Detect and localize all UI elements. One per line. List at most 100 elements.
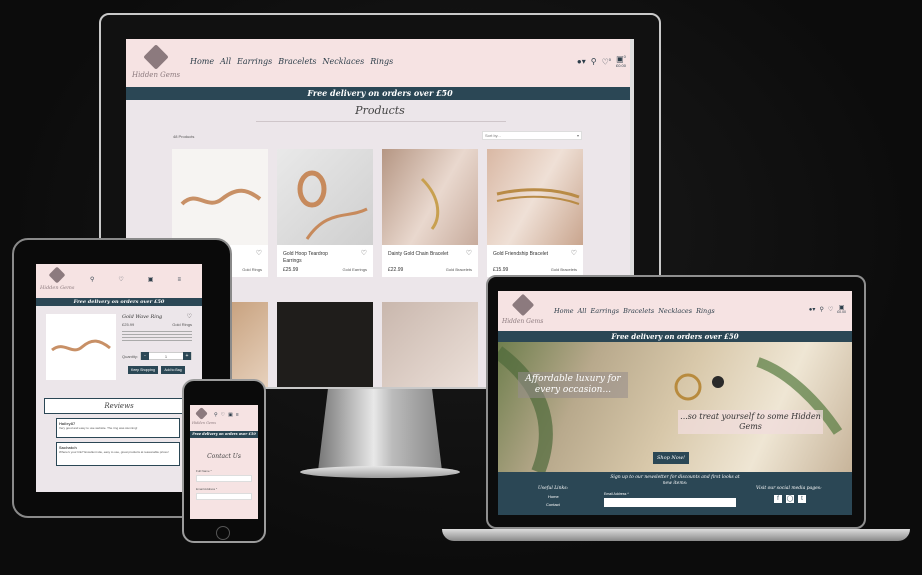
product-card[interactable]	[277, 302, 373, 387]
nav-all[interactable]: All	[578, 307, 587, 315]
logo-text: Hidden Gems	[192, 421, 217, 425]
product-card[interactable]: ♡ Dainty Gold Chain Bracelet £22.99 Gold…	[382, 149, 478, 277]
page-title: Products	[355, 104, 405, 117]
product-price: £15.99	[493, 267, 509, 273]
product-price: £25.99	[283, 267, 299, 273]
wishlist-icon[interactable]: ♡	[118, 276, 123, 283]
logo[interactable]: Hidden Gems	[502, 293, 543, 325]
reviews-accordion[interactable]: Reviews +	[44, 398, 194, 414]
nav-earrings[interactable]: Earrings	[237, 57, 272, 66]
nav-rings[interactable]: Rings	[370, 57, 393, 66]
full-name-field[interactable]	[196, 475, 252, 482]
product-price: £25.99	[122, 322, 135, 327]
heart-icon[interactable]: ♡	[466, 249, 472, 257]
product-name[interactable]: Dainty Gold Chain Bracelet	[388, 251, 448, 257]
search-icon[interactable]: ⚲	[90, 276, 94, 283]
heart-icon[interactable]: ♡	[187, 313, 192, 320]
nav-earrings[interactable]: Earrings	[590, 307, 619, 315]
delivery-banner: Free delivery on orders over £50	[498, 331, 852, 342]
add-to-bag-button[interactable]: Add to Bag	[161, 366, 185, 374]
newsletter-email-field[interactable]	[604, 498, 736, 507]
wave-ring-image	[51, 339, 111, 352]
shop-now-button[interactable]: Shop Now!	[653, 452, 689, 464]
wave-ring-image	[180, 188, 262, 206]
sort-select[interactable]: Sort by... ▾	[482, 131, 582, 140]
quantity-value[interactable]: 1	[165, 354, 167, 359]
nav-necklaces[interactable]: Necklaces	[323, 57, 365, 66]
product-name[interactable]: Gold Friendship Bracelet	[493, 251, 548, 257]
product-image	[277, 149, 373, 245]
product-name[interactable]: Gold Hoop Teardrop Earrings	[283, 251, 338, 265]
phone-header: Hidden Gems ⚲ ♡ ▣ ≡	[190, 405, 258, 429]
product-image	[46, 314, 116, 380]
decrease-button[interactable]: -	[141, 352, 149, 360]
logo[interactable]: Hidden Gems	[40, 266, 74, 291]
product-card[interactable]	[230, 302, 268, 387]
responsive-mockup: Hidden Gems Home All Earrings Bracelets …	[0, 0, 922, 575]
bag-icon[interactable]: ▣	[148, 276, 154, 283]
product-count: 48 Products	[173, 134, 195, 139]
product-category[interactable]: Gold Bracelets	[551, 267, 577, 272]
instagram-icon[interactable]: ◯	[786, 495, 794, 503]
logo[interactable]: Hidden Gems	[132, 44, 180, 79]
header-icons: ●▾ ⚲ ♡ ▣ £0.00	[809, 305, 846, 315]
wishlist-icon[interactable]: ♡	[828, 306, 833, 313]
footer: Sign up to our newsletter for discounts …	[498, 472, 852, 515]
product-category[interactable]: Gold Bracelets	[446, 267, 472, 272]
gem-icon	[511, 293, 534, 317]
search-icon[interactable]: ⚲	[819, 306, 823, 313]
header-icons: ●▾ ⚲ ♡0 ▣0 £0.00	[577, 55, 626, 68]
quantity-stepper[interactable]: - 1 +	[140, 352, 192, 360]
monitor-stand-neck	[318, 389, 442, 471]
nav-all[interactable]: All	[220, 57, 231, 66]
wishlist-icon[interactable]: ♡	[221, 412, 225, 418]
sort-placeholder: Sort by...	[485, 133, 501, 138]
reviews-title: Reviews	[104, 402, 134, 410]
product-card[interactable]: ♡ Gold Hoop Teardrop Earrings £25.99 Gol…	[277, 149, 373, 277]
heart-icon[interactable]: ♡	[571, 249, 577, 257]
social-title: Visit our social media pages:	[756, 486, 822, 491]
nav-bracelets[interactable]: Bracelets	[278, 57, 316, 66]
wishlist-icon[interactable]: ♡0	[602, 57, 611, 67]
bag-icon[interactable]: ▣	[228, 412, 233, 418]
twitter-icon[interactable]: t	[798, 495, 806, 503]
nav-rings[interactable]: Rings	[696, 307, 715, 315]
newsletter-text: Sign up to our newsletter for discounts …	[610, 475, 740, 486]
facebook-icon[interactable]: f	[774, 495, 782, 503]
nav-necklaces[interactable]: Necklaces	[658, 307, 692, 315]
heart-icon[interactable]: ♡	[256, 249, 262, 257]
laptop-base	[442, 529, 910, 541]
link-home[interactable]: Home	[548, 494, 559, 499]
nav-home[interactable]: Home	[190, 57, 214, 66]
keep-shopping-button[interactable]: Keep Shopping	[128, 366, 158, 374]
product-category[interactable]: Gold Rings	[242, 267, 262, 272]
menu-icon[interactable]: ≡	[177, 277, 181, 283]
search-icon[interactable]: ⚲	[591, 57, 597, 66]
search-icon[interactable]: ⚲	[214, 412, 218, 418]
account-icon[interactable]: ●▾	[809, 306, 816, 313]
nav-home[interactable]: Home	[554, 307, 574, 315]
hoop-earrings-image	[297, 170, 368, 240]
chain-bracelet-image	[420, 177, 440, 230]
product-category[interactable]: Gold Rings	[172, 322, 192, 327]
menu-icon[interactable]: ≡	[236, 412, 239, 418]
bag-icon[interactable]: ▣ £0.00	[837, 305, 846, 315]
heart-icon[interactable]: ♡	[361, 249, 367, 257]
product-card[interactable]: ♡ Gold Friendship Bracelet £15.99 Gold B…	[487, 149, 583, 277]
increase-button[interactable]: +	[182, 352, 191, 360]
review-text: Very good and easy to use website. The r…	[59, 426, 138, 430]
tablet-header: Hidden Gems ⚲ ♡ ▣ ≡	[36, 264, 202, 298]
product-card[interactable]	[382, 302, 478, 387]
bag-icon[interactable]: ▣0 £0.00	[616, 55, 626, 68]
nav-bracelets[interactable]: Bracelets	[623, 307, 654, 315]
email-field[interactable]	[196, 493, 252, 500]
quantity-label: Quantity:	[122, 354, 139, 359]
main-nav: Home All Earrings Bracelets Necklaces Ri…	[190, 57, 393, 66]
account-icon[interactable]: ●▾	[577, 57, 586, 66]
social-icons: f ◯ t	[774, 495, 806, 503]
link-contact[interactable]: Contact	[546, 502, 560, 507]
product-title: Gold Wave Ring	[122, 314, 163, 320]
full-name-label: Full Name *	[196, 469, 212, 473]
product-category[interactable]: Gold Earrings	[343, 267, 367, 272]
email-label: Email Address *	[196, 487, 218, 491]
